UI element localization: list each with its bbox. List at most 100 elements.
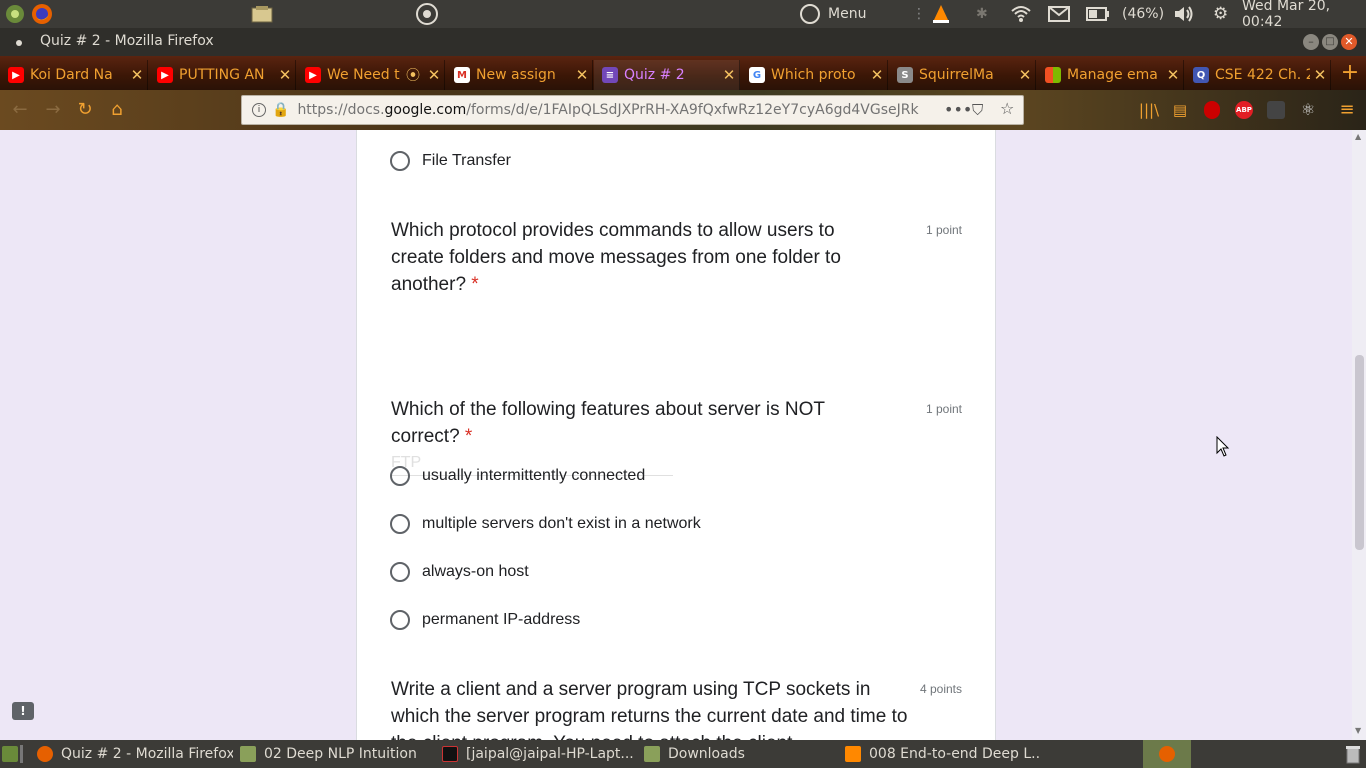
tab-close-icon[interactable]: ✕ bbox=[719, 66, 739, 84]
option-label: File Transfer bbox=[422, 152, 511, 169]
volume-icon[interactable] bbox=[1173, 0, 1195, 28]
tab-label: CSE 422 Ch. 2 bbox=[1215, 67, 1310, 83]
tab-which-protocol[interactable]: G Which proto ✕ bbox=[741, 60, 888, 90]
new-tab-button[interactable]: + bbox=[1338, 60, 1362, 86]
taskbar-separator bbox=[20, 745, 23, 763]
option-permanent-ip[interactable]: permanent IP-address bbox=[390, 610, 580, 630]
radio-icon[interactable] bbox=[390, 514, 410, 534]
url-path: /forms/d/e/1FAIpQLSdJXPrRH-XA9fQxfwRz12e… bbox=[466, 102, 919, 118]
option-always-on-host[interactable]: always-on host bbox=[390, 562, 529, 582]
taskbar-label: Downloads bbox=[668, 746, 745, 762]
taskbar-label: 008 End-to-end Deep L... bbox=[869, 746, 1040, 762]
option-file-transfer[interactable]: File Transfer bbox=[390, 151, 511, 171]
tab-close-icon[interactable]: ✕ bbox=[424, 66, 444, 84]
taskbar-item-deep-nlp[interactable]: 02 Deep NLP Intuition bbox=[240, 740, 430, 768]
tab-cse-422[interactable]: Q CSE 422 Ch. 2 ✕ bbox=[1185, 60, 1331, 90]
sidebar-icon[interactable]: ▤ bbox=[1168, 98, 1192, 122]
home-icon[interactable]: ⌂ bbox=[105, 98, 129, 122]
tab-squirrelmail[interactable]: S SquirrelMa ✕ bbox=[889, 60, 1036, 90]
tab-quiz-2[interactable]: ≡ Quiz # 2 ✕ bbox=[594, 60, 740, 90]
minimize-button[interactable]: – bbox=[1303, 34, 1319, 50]
radio-icon[interactable] bbox=[390, 466, 410, 486]
youtube-icon: ▶ bbox=[157, 67, 173, 83]
panel-separator: ⋮ bbox=[912, 6, 926, 22]
tab-putting-an[interactable]: ▶ PUTTING AN ✕ bbox=[149, 60, 296, 90]
tab-label: Manage ema bbox=[1067, 67, 1158, 83]
tab-close-icon[interactable]: ✕ bbox=[572, 66, 592, 84]
firefox-launcher-icon[interactable] bbox=[31, 0, 53, 28]
taskbar-item-terminal[interactable]: [jaipal@jaipal-HP-Lapt... bbox=[442, 740, 634, 768]
tab-label: SquirrelMa bbox=[919, 67, 994, 83]
scrollbar-thumb[interactable] bbox=[1355, 355, 1364, 550]
microsoft-icon bbox=[1045, 67, 1061, 83]
lock-icon[interactable]: 🔒 bbox=[272, 102, 289, 118]
firefox-icon bbox=[37, 746, 53, 762]
question-points: 1 point bbox=[925, 223, 962, 237]
back-icon[interactable]: ← bbox=[8, 98, 32, 122]
tab-label: Which proto bbox=[771, 67, 856, 83]
scroll-up-icon[interactable]: ▲ bbox=[1355, 132, 1361, 141]
radio-icon[interactable] bbox=[390, 610, 410, 630]
adblock-plus-icon[interactable]: ABP bbox=[1235, 101, 1253, 119]
trash-icon[interactable] bbox=[1345, 740, 1361, 768]
tab-new-assignment[interactable]: M New assign ✕ bbox=[446, 60, 593, 90]
datetime[interactable]: Wed Mar 20, 00:42 bbox=[1242, 0, 1366, 30]
mail-icon[interactable] bbox=[1048, 0, 1070, 28]
option-multiple-servers[interactable]: multiple servers don't exist in a networ… bbox=[390, 514, 701, 534]
tab-koi-dard[interactable]: ▶ Koi Dard Na ✕ bbox=[0, 60, 148, 90]
tab-close-icon[interactable]: ✕ bbox=[1015, 66, 1035, 84]
quizlet-icon: Q bbox=[1193, 67, 1209, 83]
settings-launcher-icon[interactable] bbox=[415, 0, 439, 28]
radio-icon[interactable] bbox=[390, 151, 410, 171]
apps-menu-icon[interactable] bbox=[4, 0, 26, 28]
radio-icon[interactable] bbox=[390, 562, 410, 582]
squirrelmail-icon: S bbox=[897, 67, 913, 83]
tab-close-icon[interactable]: ✕ bbox=[275, 66, 295, 84]
form-card: File Transfer Which protocol provides co… bbox=[356, 130, 996, 740]
close-window-button[interactable]: ✕ bbox=[1341, 34, 1357, 50]
library-icon[interactable]: |||\ bbox=[1137, 98, 1161, 122]
page-actions-icon[interactable]: ••• bbox=[944, 100, 972, 120]
info-icon[interactable]: i bbox=[252, 103, 266, 117]
required-marker: * bbox=[464, 426, 473, 447]
wifi-icon[interactable] bbox=[1010, 0, 1032, 28]
taskbar-item-firefox[interactable]: Quiz # 2 - Mozilla Firefox bbox=[37, 740, 233, 768]
tab-close-icon[interactable]: ✕ bbox=[1163, 66, 1183, 84]
menu-label: Menu bbox=[828, 6, 867, 22]
reload-icon[interactable]: ↻ bbox=[73, 98, 97, 122]
menu-button[interactable]: Menu bbox=[800, 0, 866, 28]
pocket-icon[interactable]: ⛉ bbox=[972, 100, 992, 120]
show-desktop-icon[interactable] bbox=[2, 740, 18, 768]
url-domain: google.com bbox=[384, 102, 467, 118]
vlc-tray-icon[interactable] bbox=[930, 0, 952, 28]
tab-close-icon[interactable]: ✕ bbox=[127, 66, 147, 84]
hamburger-menu-icon[interactable]: ≡ bbox=[1335, 98, 1359, 122]
tab-we-need[interactable]: ▶ We Need t ⦿ ✕ bbox=[297, 60, 445, 90]
forward-icon[interactable]: → bbox=[41, 98, 65, 122]
scroll-down-icon[interactable]: ▼ bbox=[1355, 726, 1361, 735]
react-devtools-icon[interactable]: ⚛ bbox=[1296, 98, 1320, 122]
ublock-icon[interactable] bbox=[1204, 101, 1220, 119]
tab-close-icon[interactable]: ✕ bbox=[867, 66, 887, 84]
page-scrollbar[interactable]: ▲ ▼ bbox=[1352, 130, 1366, 740]
system-settings-icon[interactable]: ⚙ bbox=[1213, 0, 1228, 28]
question-3: Write a client and a server program usin… bbox=[391, 676, 911, 740]
workspace-switcher[interactable] bbox=[1143, 740, 1191, 768]
option-label: multiple servers don't exist in a networ… bbox=[422, 515, 701, 532]
feedback-icon[interactable]: ! bbox=[12, 702, 34, 720]
files-launcher-icon[interactable] bbox=[250, 0, 274, 28]
battery-icon[interactable] bbox=[1086, 0, 1110, 28]
tab-manage-email[interactable]: Manage ema ✕ bbox=[1037, 60, 1184, 90]
option-intermittently-connected[interactable]: usually intermittently connected bbox=[390, 466, 645, 486]
bookmark-star-icon[interactable]: ☆ bbox=[1000, 99, 1020, 119]
vlc-icon bbox=[845, 746, 861, 762]
tab-close-icon[interactable]: ✕ bbox=[1310, 66, 1330, 84]
tab-label: PUTTING AN bbox=[179, 67, 265, 83]
bluetooth-icon[interactable]: ✱ bbox=[976, 0, 988, 28]
question-points: 1 point bbox=[925, 402, 962, 416]
address-bar[interactable]: i 🔒 https://docs. google.com/forms/d/e/1F… bbox=[241, 95, 1024, 125]
taskbar-item-vlc[interactable]: 008 End-to-end Deep L... bbox=[845, 740, 1040, 768]
maximize-button[interactable]: □ bbox=[1322, 34, 1338, 50]
taskbar-item-downloads[interactable]: Downloads bbox=[644, 740, 824, 768]
extension-icon[interactable] bbox=[1267, 101, 1285, 119]
